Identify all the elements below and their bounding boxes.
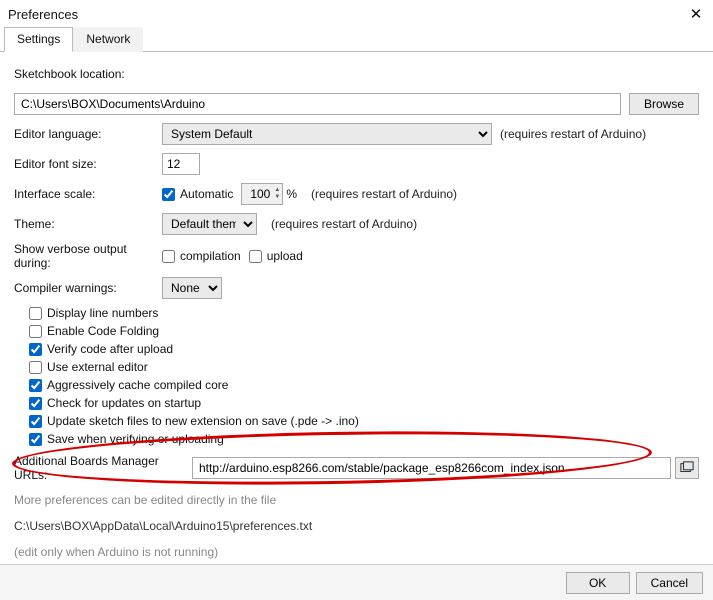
restart-note-scale: (requires restart of Arduino) bbox=[311, 187, 457, 201]
percent-label: % bbox=[286, 187, 297, 201]
cancel-button[interactable]: Cancel bbox=[636, 572, 703, 594]
upload-checkbox[interactable] bbox=[249, 250, 262, 263]
automatic-label: Automatic bbox=[180, 187, 233, 201]
save-when-verifying-label: Save when verifying or uploading bbox=[47, 432, 224, 446]
display-line-numbers-label: Display line numbers bbox=[47, 306, 158, 320]
additional-urls-input[interactable] bbox=[192, 457, 671, 479]
label-editor-language: Editor language: bbox=[14, 127, 162, 141]
label-sketchbook-location: Sketchbook location: bbox=[14, 67, 125, 81]
spinner-arrows-icon[interactable]: ▲▼ bbox=[272, 187, 282, 201]
update-sketch-ext-label: Update sketch files to new extension on … bbox=[47, 414, 359, 428]
footer-bar: OK Cancel bbox=[0, 564, 713, 600]
warnings-select[interactable]: None bbox=[162, 277, 222, 299]
aggressive-cache-checkbox[interactable] bbox=[29, 379, 42, 392]
restart-note-language: (requires restart of Arduino) bbox=[500, 127, 646, 141]
scale-spinner[interactable]: ▲▼ bbox=[241, 183, 283, 205]
prefs-file-path[interactable]: C:\Users\BOX\AppData\Local\Arduino15\pre… bbox=[14, 519, 312, 533]
compilation-label: compilation bbox=[180, 249, 241, 263]
window-title: Preferences bbox=[8, 7, 78, 22]
label-interface-scale: Interface scale: bbox=[14, 187, 162, 201]
use-external-editor-label: Use external editor bbox=[47, 360, 148, 374]
label-verbose: Show verbose output during: bbox=[14, 242, 162, 270]
update-sketch-ext-checkbox[interactable] bbox=[29, 415, 42, 428]
check-updates-checkbox[interactable] bbox=[29, 397, 42, 410]
verify-after-upload-label: Verify code after upload bbox=[47, 342, 173, 356]
font-size-input[interactable] bbox=[162, 153, 200, 175]
label-additional-urls: Additional Boards Manager URLs: bbox=[14, 454, 192, 482]
editor-language-select[interactable]: System Default bbox=[162, 123, 492, 145]
tabstrip: Settings Network bbox=[0, 26, 713, 52]
enable-code-folding-label: Enable Code Folding bbox=[47, 324, 159, 338]
edit-only-note: (edit only when Arduino is not running) bbox=[14, 545, 218, 559]
use-external-editor-checkbox[interactable] bbox=[29, 361, 42, 374]
theme-select[interactable]: Default theme bbox=[162, 213, 257, 235]
check-updates-label: Check for updates on startup bbox=[47, 396, 201, 410]
automatic-checkbox[interactable] bbox=[162, 188, 175, 201]
content-area: Sketchbook location: Browse Editor langu… bbox=[0, 52, 713, 580]
window-icon bbox=[680, 461, 694, 475]
verify-after-upload-checkbox[interactable] bbox=[29, 343, 42, 356]
compilation-checkbox[interactable] bbox=[162, 250, 175, 263]
tab-settings[interactable]: Settings bbox=[4, 27, 73, 52]
ok-button[interactable]: OK bbox=[566, 572, 630, 594]
scale-input[interactable] bbox=[242, 187, 272, 201]
label-theme: Theme: bbox=[14, 217, 162, 231]
enable-code-folding-checkbox[interactable] bbox=[29, 325, 42, 338]
browse-button[interactable]: Browse bbox=[629, 93, 699, 115]
aggressive-cache-label: Aggressively cache compiled core bbox=[47, 378, 228, 392]
upload-label: upload bbox=[267, 249, 303, 263]
titlebar: Preferences ✕ bbox=[0, 0, 713, 26]
restart-note-theme: (requires restart of Arduino) bbox=[271, 217, 417, 231]
sketchbook-path-input[interactable] bbox=[14, 93, 621, 115]
tab-network[interactable]: Network bbox=[73, 27, 143, 52]
label-compiler-warnings: Compiler warnings: bbox=[14, 281, 162, 295]
more-prefs-note: More preferences can be edited directly … bbox=[14, 493, 276, 507]
display-line-numbers-checkbox[interactable] bbox=[29, 307, 42, 320]
save-when-verifying-checkbox[interactable] bbox=[29, 433, 42, 446]
open-urls-dialog-button[interactable] bbox=[675, 457, 699, 479]
close-icon[interactable]: ✕ bbox=[687, 5, 705, 23]
label-editor-font-size: Editor font size: bbox=[14, 157, 162, 171]
